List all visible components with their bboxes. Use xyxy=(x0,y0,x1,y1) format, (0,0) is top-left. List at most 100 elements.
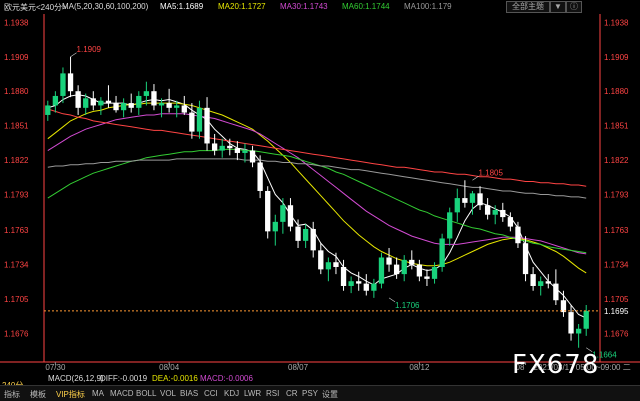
y-tick-label-right: 1.1909 xyxy=(604,53,629,62)
tab-rsi[interactable]: RSI xyxy=(266,389,279,398)
candle-body xyxy=(363,283,369,291)
candle-body xyxy=(568,312,574,334)
y-tick-label-left: 1.1938 xyxy=(4,18,29,27)
candle-body xyxy=(227,145,233,149)
y-tick-label-left: 1.1851 xyxy=(4,122,29,131)
candle-body xyxy=(249,150,256,163)
candle-body xyxy=(310,228,316,251)
candle-body xyxy=(553,283,559,301)
tab-kdj[interactable]: KDJ xyxy=(224,389,239,398)
y-tick-label-right: 1.1734 xyxy=(604,261,629,270)
tab-bias[interactable]: BIAS xyxy=(180,389,198,398)
candle-body xyxy=(242,150,248,153)
tab-indicator[interactable]: 指标 xyxy=(4,389,20,400)
ma30-value: MA30:1.1743 xyxy=(280,2,328,11)
candle-body xyxy=(302,228,309,241)
candle-body xyxy=(143,91,150,96)
x-tick-label: 08/12 xyxy=(409,363,430,372)
candle-body xyxy=(196,107,203,132)
candle-body xyxy=(454,198,460,213)
tab-vol[interactable]: VOL xyxy=(160,389,176,398)
candle-body xyxy=(105,100,112,104)
ma60-value: MA60:1.1744 xyxy=(342,2,390,11)
candle-body xyxy=(462,198,468,203)
y-tick-label-left: 1.1734 xyxy=(4,261,29,270)
candle-body xyxy=(67,73,74,92)
candle-body xyxy=(128,103,134,108)
y-tick-label-left: 1.1676 xyxy=(4,329,29,338)
annotation-label: 1.1706 xyxy=(395,301,420,310)
candle-body xyxy=(431,266,438,279)
candle-body xyxy=(500,209,506,218)
candle-body xyxy=(219,145,225,151)
candle-body xyxy=(318,250,324,270)
y-tick-label-right: 1.1793 xyxy=(604,191,629,200)
tab-template[interactable]: 模板 xyxy=(30,389,46,400)
ma-title: MA(5,20,30,60,100,200) xyxy=(62,2,149,11)
candle-body xyxy=(272,221,278,232)
y-tick-label-left: 1.1793 xyxy=(4,191,29,200)
candle-body xyxy=(348,281,354,286)
candle-body xyxy=(287,205,294,227)
candle-body xyxy=(98,100,104,106)
candle-body xyxy=(174,105,180,108)
y-tick-label-left: 1.1880 xyxy=(4,87,29,96)
candle-body xyxy=(83,98,89,108)
tab-macd[interactable]: MACD xyxy=(110,389,134,398)
y-tick-label-left: 1.1705 xyxy=(4,295,29,304)
candle-body xyxy=(151,91,157,106)
candle-body xyxy=(90,98,96,106)
y-tick-label-right: 1.1763 xyxy=(604,226,629,235)
macd-title: MACD(26,12,9) xyxy=(48,374,104,383)
watermark-logo: FX678 xyxy=(512,350,600,380)
candle-body xyxy=(530,274,536,286)
candle-body xyxy=(265,190,271,232)
candle-body xyxy=(158,103,165,106)
candle-body xyxy=(181,105,187,113)
candle-body xyxy=(340,266,347,286)
candle-body xyxy=(393,264,400,275)
tab-settings[interactable]: 设置 xyxy=(322,389,338,400)
candle-body xyxy=(211,143,218,151)
candle-body xyxy=(515,226,521,244)
candle-body xyxy=(204,107,210,144)
y-tick-label-right: 1.1938 xyxy=(604,18,629,27)
candle-body xyxy=(424,276,430,279)
ma100-value: MA100:1.179 xyxy=(404,2,452,11)
candle-body xyxy=(401,259,407,275)
tab-vip-indicator[interactable]: VIP指标 xyxy=(56,389,85,400)
tab-cci[interactable]: CCI xyxy=(204,389,218,398)
tab-ma[interactable]: MA xyxy=(92,389,104,398)
y-tick-label-right: 1.1880 xyxy=(604,87,629,96)
current-price-label: 1.1695 xyxy=(604,307,629,316)
ma20-value: MA20:1.1727 xyxy=(218,2,266,11)
candle-body xyxy=(484,205,491,215)
ma-line-ma20 xyxy=(47,102,587,274)
x-tick-label: 08/07 xyxy=(288,363,309,372)
tab-cr[interactable]: CR xyxy=(286,389,298,398)
tab-lwr[interactable]: LWR xyxy=(244,389,261,398)
candle-body xyxy=(538,281,544,286)
chevron-down-icon[interactable]: ▼ xyxy=(550,1,566,13)
candle-body xyxy=(560,300,567,313)
indicator-header: 欧元美元<240分> MA(5,20,30,60,100,200) MA5:1.… xyxy=(0,0,640,13)
candle-body xyxy=(60,73,66,96)
x-tick-label: 08/04 xyxy=(159,363,180,372)
annotation-label: 1.1909 xyxy=(77,45,102,54)
candle-body xyxy=(356,281,362,284)
theme-select-button[interactable]: 全部主题 xyxy=(506,1,550,13)
tab-psy[interactable]: PSY xyxy=(302,389,318,398)
candle-body xyxy=(378,257,385,284)
candle-body xyxy=(371,283,377,291)
candle-body xyxy=(280,205,286,222)
y-tick-label-right: 1.1851 xyxy=(604,122,629,131)
info-icon[interactable]: ⓘ xyxy=(566,1,582,13)
candle-body xyxy=(447,212,453,239)
y-tick-label-left: 1.1763 xyxy=(4,226,29,235)
candle-body xyxy=(545,281,551,284)
candle-body xyxy=(75,91,81,108)
tab-boll[interactable]: BOLL xyxy=(136,389,156,398)
candle-body xyxy=(257,162,263,191)
candle-body xyxy=(416,264,423,277)
bottom-toolbar: 指标 模板 VIP指标 MA MACD BOLL VOL BIAS CCI KD… xyxy=(0,385,640,401)
